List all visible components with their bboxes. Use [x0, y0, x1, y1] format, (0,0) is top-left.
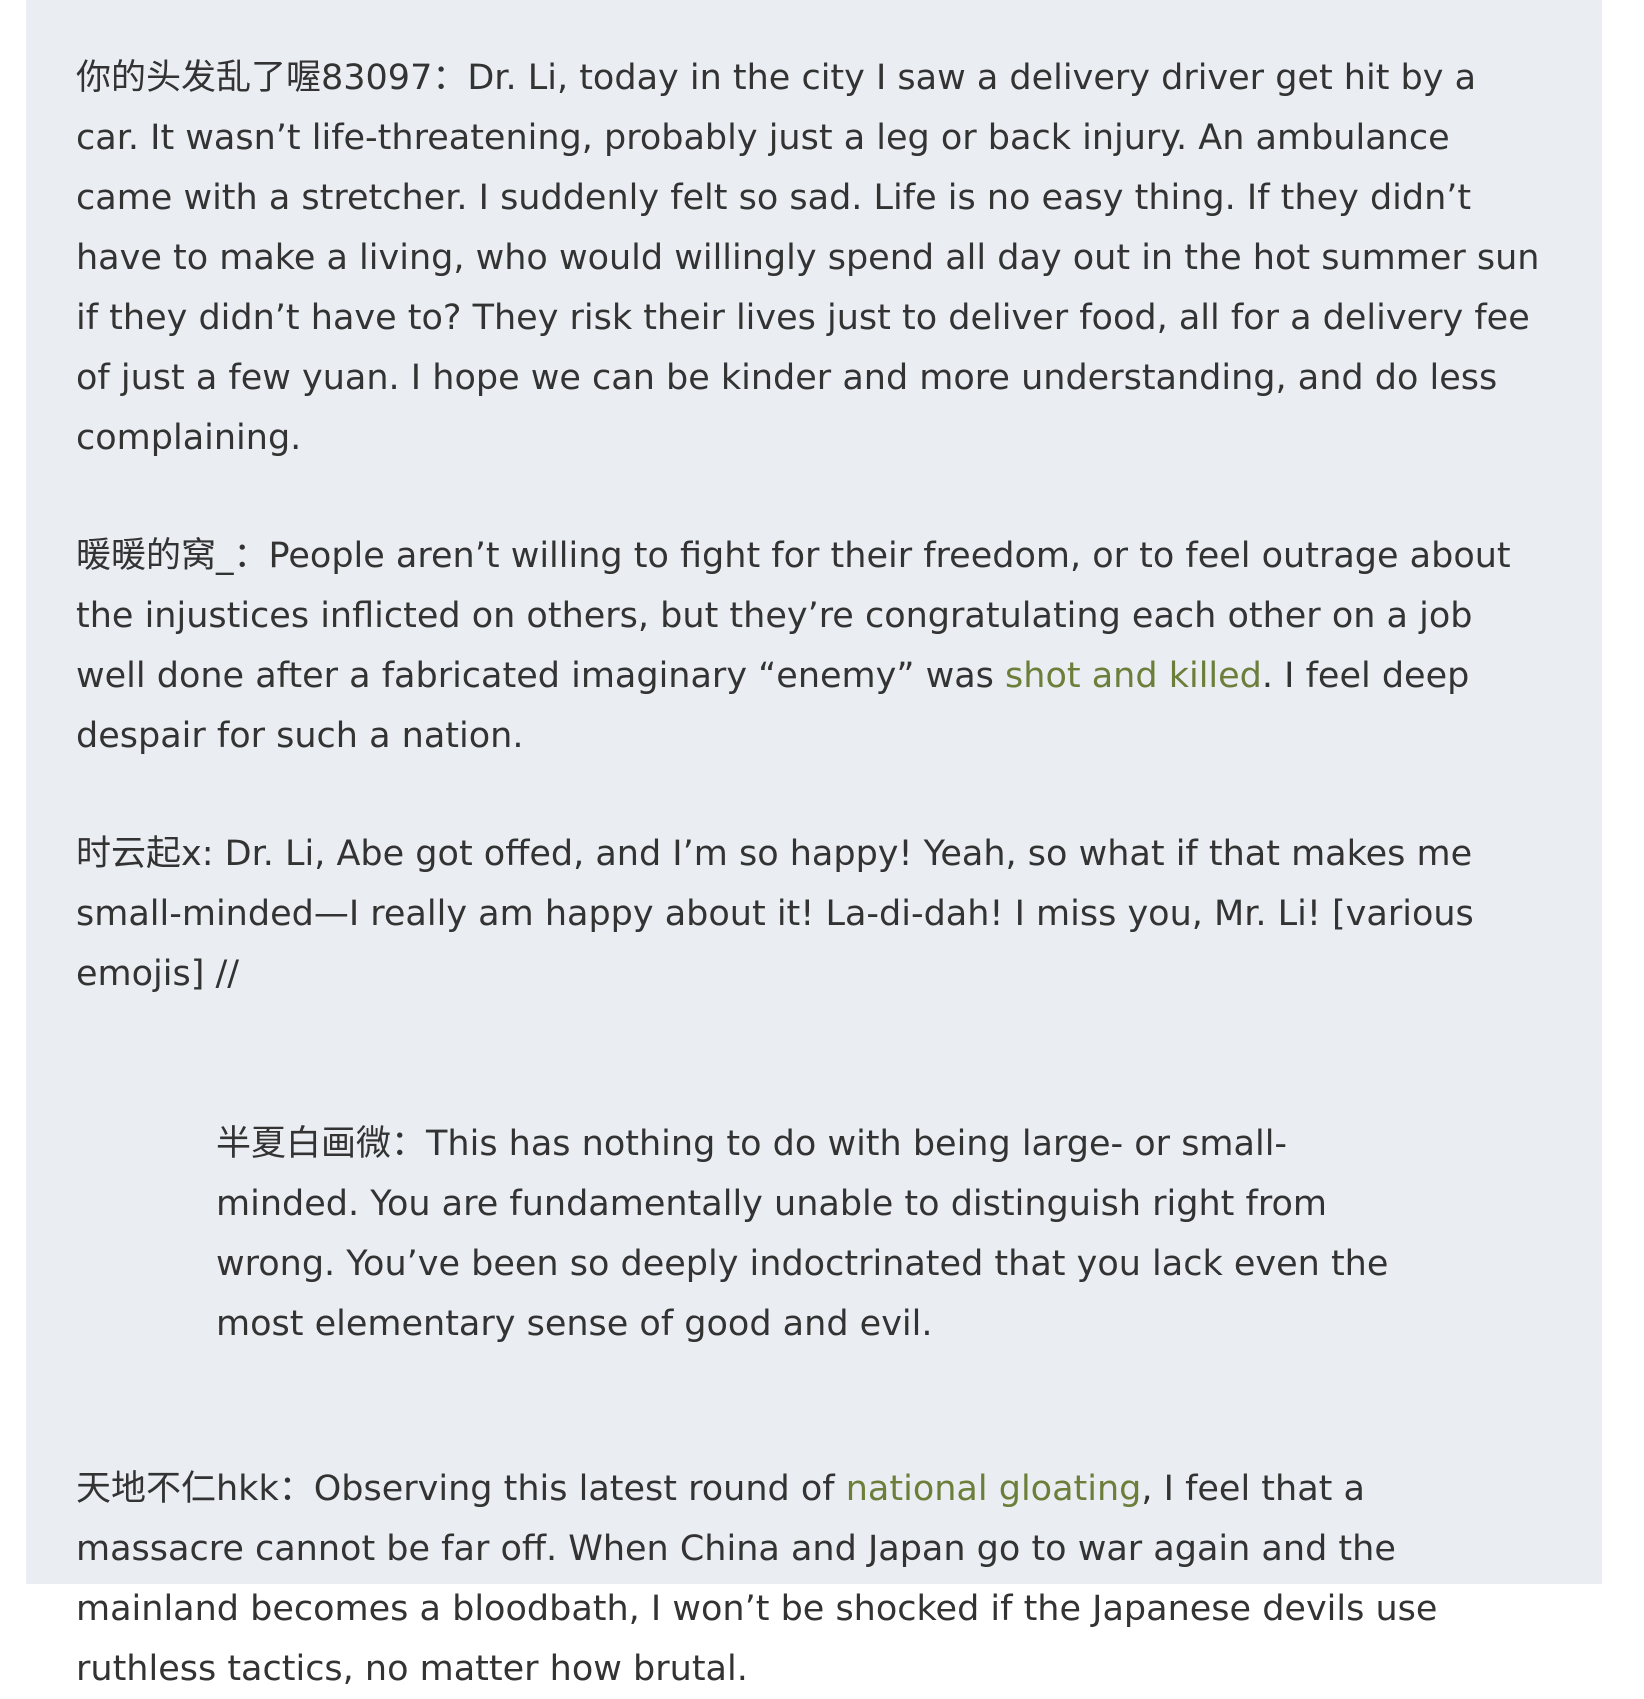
comment-author: 半夏白画微	[216, 1124, 392, 1164]
comment-separator: ：	[278, 1469, 314, 1509]
comment-2: 暖暖的窝_：People aren’t willing to fight for…	[76, 526, 1542, 766]
comment-3: 时云起x: Dr. Li, Abe got offed, and I’m so …	[76, 824, 1542, 1004]
comment-separator: :	[201, 834, 225, 874]
comment-author: 天地不仁hkk	[76, 1469, 279, 1509]
comment-text: Dr. Li, today in the city I saw a delive…	[76, 58, 1540, 458]
comment-1: 你的头发乱了喔83097：Dr. Li, today in the city I…	[76, 48, 1542, 468]
national-gloating-link[interactable]: national gloating	[846, 1469, 1142, 1509]
reply-quote: 半夏白画微：This has nothing to do with being …	[216, 1114, 1406, 1354]
comment-author: 你的头发乱了喔83097	[76, 58, 433, 98]
comment-author: 时云起x	[76, 834, 202, 874]
comment-separator: ：	[391, 1124, 427, 1164]
comment-panel: 你的头发乱了喔83097：Dr. Li, today in the city I…	[26, 0, 1602, 1689]
comment-text-before: Observing this latest round of	[313, 1469, 846, 1509]
comment-5: 天地不仁hkk：Observing this latest round of n…	[76, 1459, 1542, 1699]
shot-and-killed-link[interactable]: shot and killed	[1005, 656, 1262, 696]
comment-text: Dr. Li, Abe got offed, and I’m so happy!…	[76, 834, 1474, 994]
comment-separator: ：	[233, 536, 269, 576]
comment-separator: ：	[432, 58, 468, 98]
comment-author: 暖暖的窝_	[76, 536, 234, 576]
